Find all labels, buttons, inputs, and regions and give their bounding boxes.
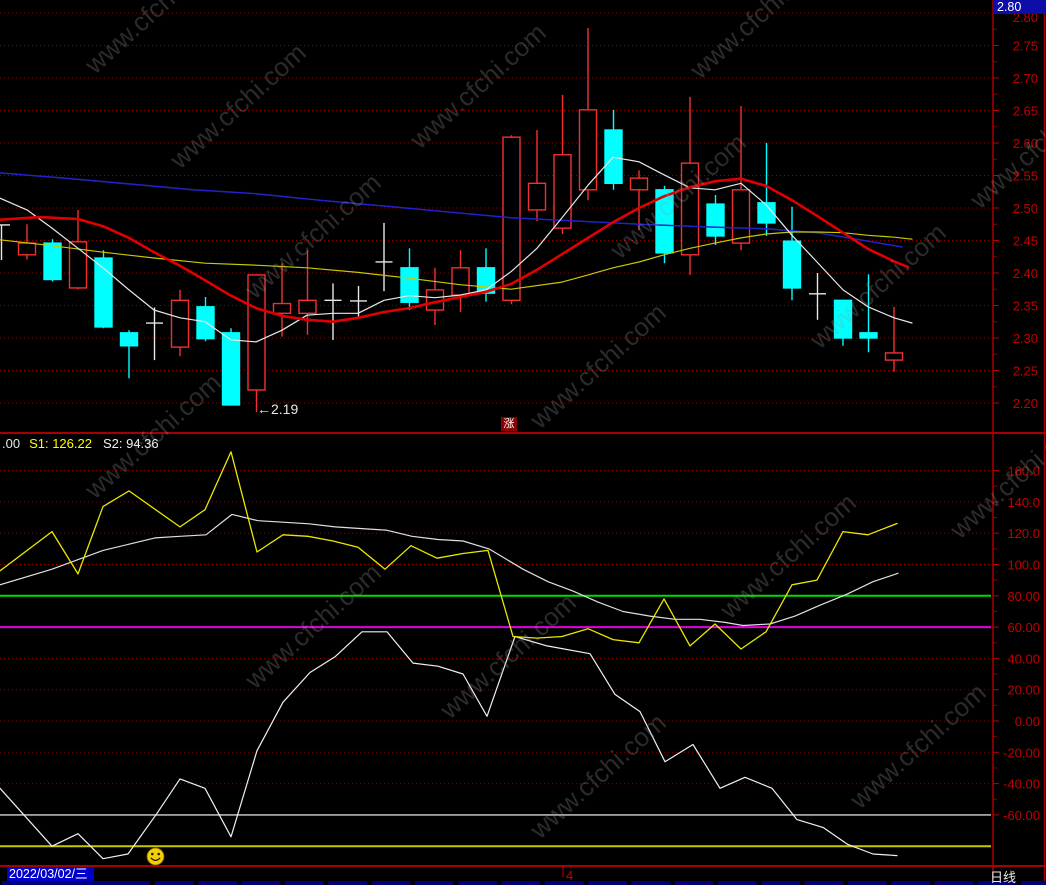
strip-cell (588, 881, 627, 885)
strip-cell (761, 881, 801, 885)
date-cell[interactable]: 2022/03/02/三 (7, 867, 94, 881)
candle-body (527, 182, 547, 211)
watermark: www.cfchi.com (78, 0, 227, 80)
price-axis-label: 2.70 (1013, 71, 1038, 86)
indicator-axis-label: 80.00 (1007, 589, 1040, 604)
price-axis-label: 2.25 (1013, 364, 1038, 379)
indicator-axis-label: 0.00 (1015, 714, 1040, 729)
watermark: www.cfchi.com (433, 587, 582, 725)
strip-cell (155, 881, 194, 885)
strip-cell (284, 881, 324, 885)
candle-body (170, 299, 190, 348)
indicator-axis-label: 60.00 (1007, 620, 1040, 635)
strip-cell (328, 881, 368, 885)
strip-cell (717, 881, 757, 885)
watermark: www.cfchi.com (523, 707, 672, 845)
indicator-axis-label: 100.0 (1007, 558, 1040, 573)
candle-body (731, 189, 751, 244)
candle-body (451, 267, 470, 296)
candle-body (604, 129, 623, 184)
month-axis-label: 4 (566, 868, 574, 883)
indicator-axis-label: 20.00 (1007, 683, 1040, 698)
indicator-line-s3 (0, 631, 898, 860)
stock-chart-app: 2.80 2.75 2.70 2.65 2.60 2.55 2.50 2.45 2.40 2.35… (0, 0, 1046, 885)
candle-body (17, 242, 37, 256)
indicator-axis-label: 120.0 (1007, 526, 1040, 541)
price-axis-label: 2.75 (1013, 39, 1038, 54)
strip-cell (804, 881, 844, 885)
watermark: www.cfchi.com (238, 167, 387, 305)
watermark: www.cfchi.com (523, 297, 672, 435)
candle-body (43, 242, 62, 281)
candle-body (221, 332, 241, 406)
strip-cell (414, 881, 454, 885)
price-axis-label: 2.65 (1013, 104, 1038, 119)
price-axis-label: 2.20 (1013, 396, 1038, 411)
period-label[interactable]: 日线 (990, 867, 1016, 885)
strip-cell (674, 881, 714, 885)
watermark: www.cfchi.com (963, 77, 1046, 215)
price-axis-label: 2.35 (1013, 299, 1038, 314)
limit-up-marker[interactable]: 涨 (501, 417, 517, 431)
watermark: www.cfchi.com (403, 17, 552, 155)
watermark: www.cfchi.com (163, 37, 312, 175)
indicator-axis-label: 40.00 (1007, 651, 1040, 666)
candle-body (859, 332, 878, 339)
indicator-axis-label: -60.00 (1003, 808, 1040, 823)
indicator-s2-value: S2: 94.36 (102, 436, 159, 451)
strip-cell (2, 881, 150, 885)
candle-body (298, 299, 317, 314)
low-price-annotation: ←2.19 (257, 401, 299, 417)
candle-body (272, 302, 292, 314)
smiley-marker (146, 847, 165, 866)
watermark: www.cfchi.com (603, 127, 752, 265)
indicator-s1-value: S1: 126.22 (29, 436, 92, 451)
strip-cell (631, 881, 671, 885)
candle-body (782, 240, 802, 289)
strip-cell (458, 881, 498, 885)
candle-body (884, 352, 904, 361)
candle-body (629, 177, 649, 191)
candle-body (706, 203, 725, 237)
price-axis-label: 2.30 (1013, 331, 1038, 346)
watermark: www.cfchi.com (713, 487, 862, 625)
strip-cell (501, 881, 541, 885)
strip-cell (241, 881, 281, 885)
price-axis-label: 2.40 (1013, 266, 1038, 281)
indicator-axis-label: -40.00 (1003, 777, 1040, 792)
strip-cell (847, 881, 887, 885)
indicator-value-row: .00 S1: 126.22 S2: 94.36 (2, 436, 159, 451)
strip-cell (371, 881, 411, 885)
indicator-axis-label: -20.00 (1003, 745, 1040, 760)
price-axis-label: 2.50 (1013, 201, 1038, 216)
price-axis-label: 2.45 (1013, 234, 1038, 249)
price-max-box: 2.80 (993, 0, 1046, 14)
strip-cell (891, 881, 931, 885)
watermark: www.cfchi.com (683, 0, 832, 85)
strip-cell (544, 881, 584, 885)
indicator-line-s1 (0, 451, 898, 650)
indicator-prefix-value: .00 (2, 436, 21, 451)
strip-cell (198, 881, 238, 885)
candle-body (119, 332, 139, 347)
watermark: www.cfchi.com (843, 677, 992, 815)
line-ma-red (0, 177, 910, 324)
strip-cell (934, 881, 974, 885)
watermark: www.cfchi.com (943, 407, 1046, 545)
strip-cell (1021, 881, 1046, 885)
